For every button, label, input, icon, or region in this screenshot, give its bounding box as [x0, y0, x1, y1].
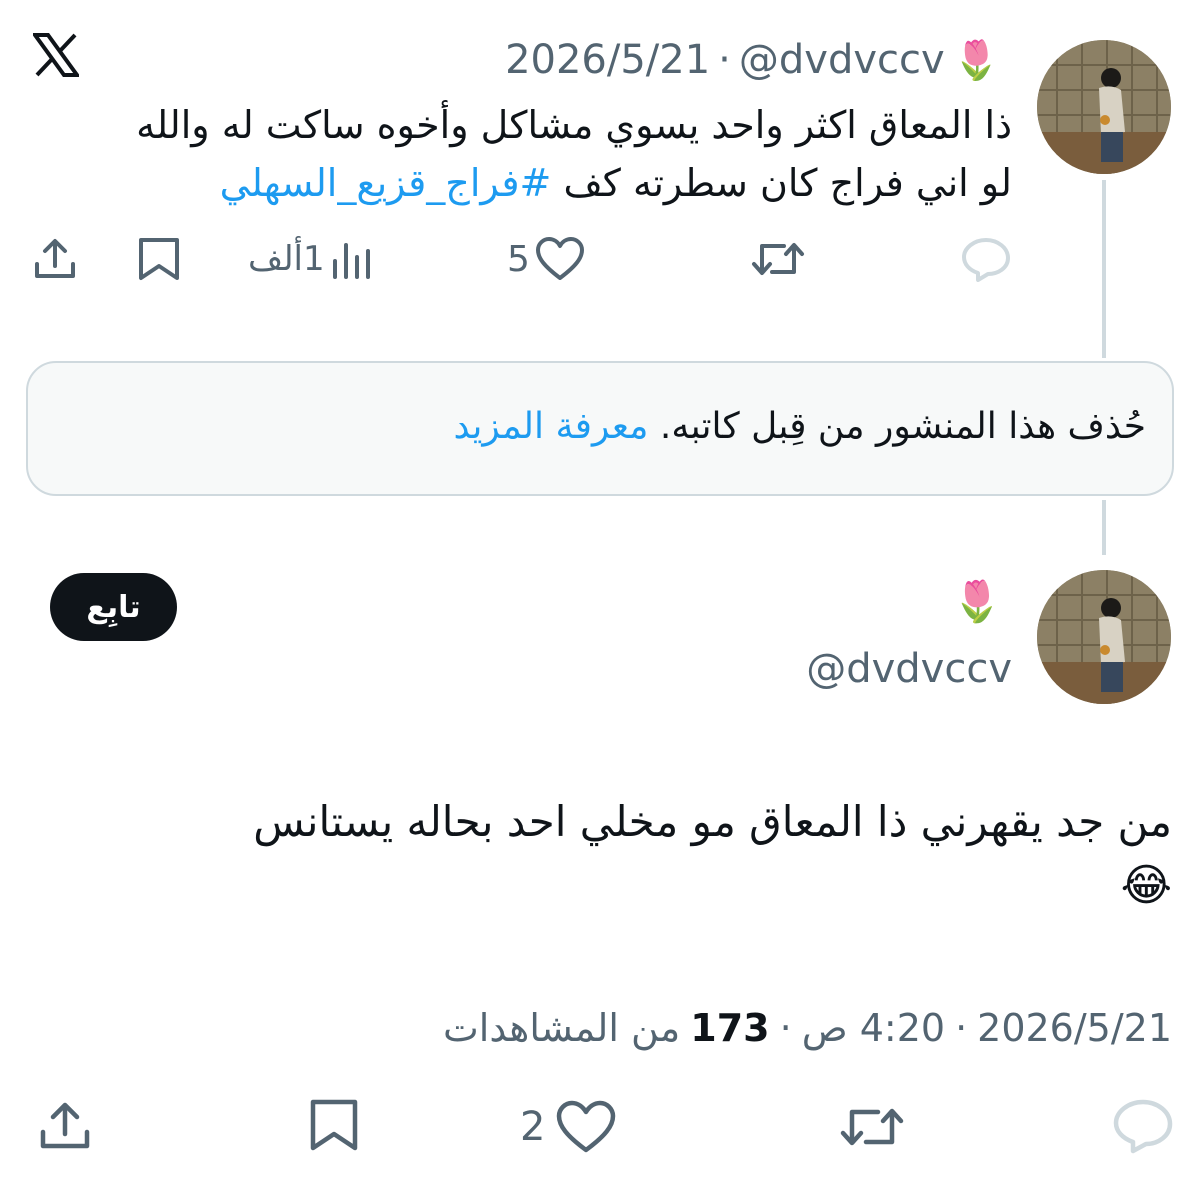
learn-more-link[interactable]: معرفة المزيد — [453, 406, 648, 447]
x-logo-icon[interactable] — [33, 33, 79, 77]
author-handle[interactable]: @dvdvccv — [739, 37, 945, 83]
reply-icon[interactable] — [1112, 1098, 1174, 1154]
tweet-meta: 2026/5/21 · 4:20 ص · 173 من المشاهدات — [443, 1000, 1172, 1056]
views-chart-icon — [329, 237, 373, 281]
heart-icon — [534, 236, 586, 282]
views-label: من المشاهدات — [443, 1006, 681, 1050]
tweet-text-line1: من جد يقهرني ذا المعاق مو مخلي احد بحاله… — [253, 797, 1172, 846]
author-emoji: 🌷 — [952, 579, 1002, 625]
views-number: 173 — [690, 1006, 770, 1050]
avatar[interactable] — [1037, 570, 1171, 704]
like-action[interactable]: 2 — [520, 1100, 617, 1154]
retweet-icon[interactable] — [838, 1100, 906, 1154]
reply-icon[interactable] — [960, 236, 1012, 282]
tweet-text-line2: 😂 — [1120, 860, 1172, 911]
tweet-text: من جد يقهرني ذا المعاق مو مخلي احد بحاله… — [32, 790, 1172, 918]
bookmark-icon[interactable] — [308, 1098, 360, 1152]
share-icon[interactable] — [32, 236, 78, 282]
separator: · — [955, 1006, 968, 1050]
tweet-date[interactable]: 2026/5/21 — [977, 1006, 1172, 1050]
deleted-post-notice: حُذف هذا المنشور من قِبل كاتبه. معرفة ال… — [26, 361, 1174, 496]
thread-line — [1102, 180, 1106, 358]
separator: · — [718, 37, 731, 83]
bookmark-icon[interactable] — [137, 236, 181, 282]
deleted-text: حُذف هذا المنشور من قِبل كاتبه. — [659, 406, 1146, 447]
author-handle[interactable]: @dvdvccv — [806, 640, 1012, 698]
follow-button[interactable]: تابِع — [50, 573, 177, 641]
tweet-text-line2: لو اني فراج كان سطرته كف — [551, 161, 1012, 205]
retweet-icon[interactable] — [750, 236, 806, 282]
share-icon[interactable] — [38, 1100, 92, 1152]
avatar[interactable] — [1037, 40, 1171, 174]
tweet-header: 🌷 @dvdvccv · 2026/5/21 — [505, 30, 1000, 90]
hashtag-link[interactable]: #فراج_قزيع_السهلي — [220, 161, 552, 205]
views-action[interactable]: 1ألف — [248, 236, 373, 282]
tweet-time[interactable]: 4:20 ص — [802, 1006, 945, 1050]
views-count: 1ألف — [248, 239, 325, 279]
tweet-text: ذا المعاق اكثر واحد يسوي مشاكل وأخوه ساك… — [42, 96, 1012, 212]
tweet-text-line1: ذا المعاق اكثر واحد يسوي مشاكل وأخوه ساك… — [136, 103, 1012, 147]
thread-line — [1102, 500, 1106, 555]
tweet-date[interactable]: 2026/5/21 — [505, 37, 710, 83]
heart-icon — [555, 1100, 617, 1154]
like-count: 5 — [507, 238, 530, 280]
author-emoji: 🌷 — [952, 37, 1000, 82]
like-action[interactable]: 5 — [507, 236, 586, 282]
like-count: 2 — [520, 1104, 546, 1150]
separator: · — [779, 1006, 792, 1050]
